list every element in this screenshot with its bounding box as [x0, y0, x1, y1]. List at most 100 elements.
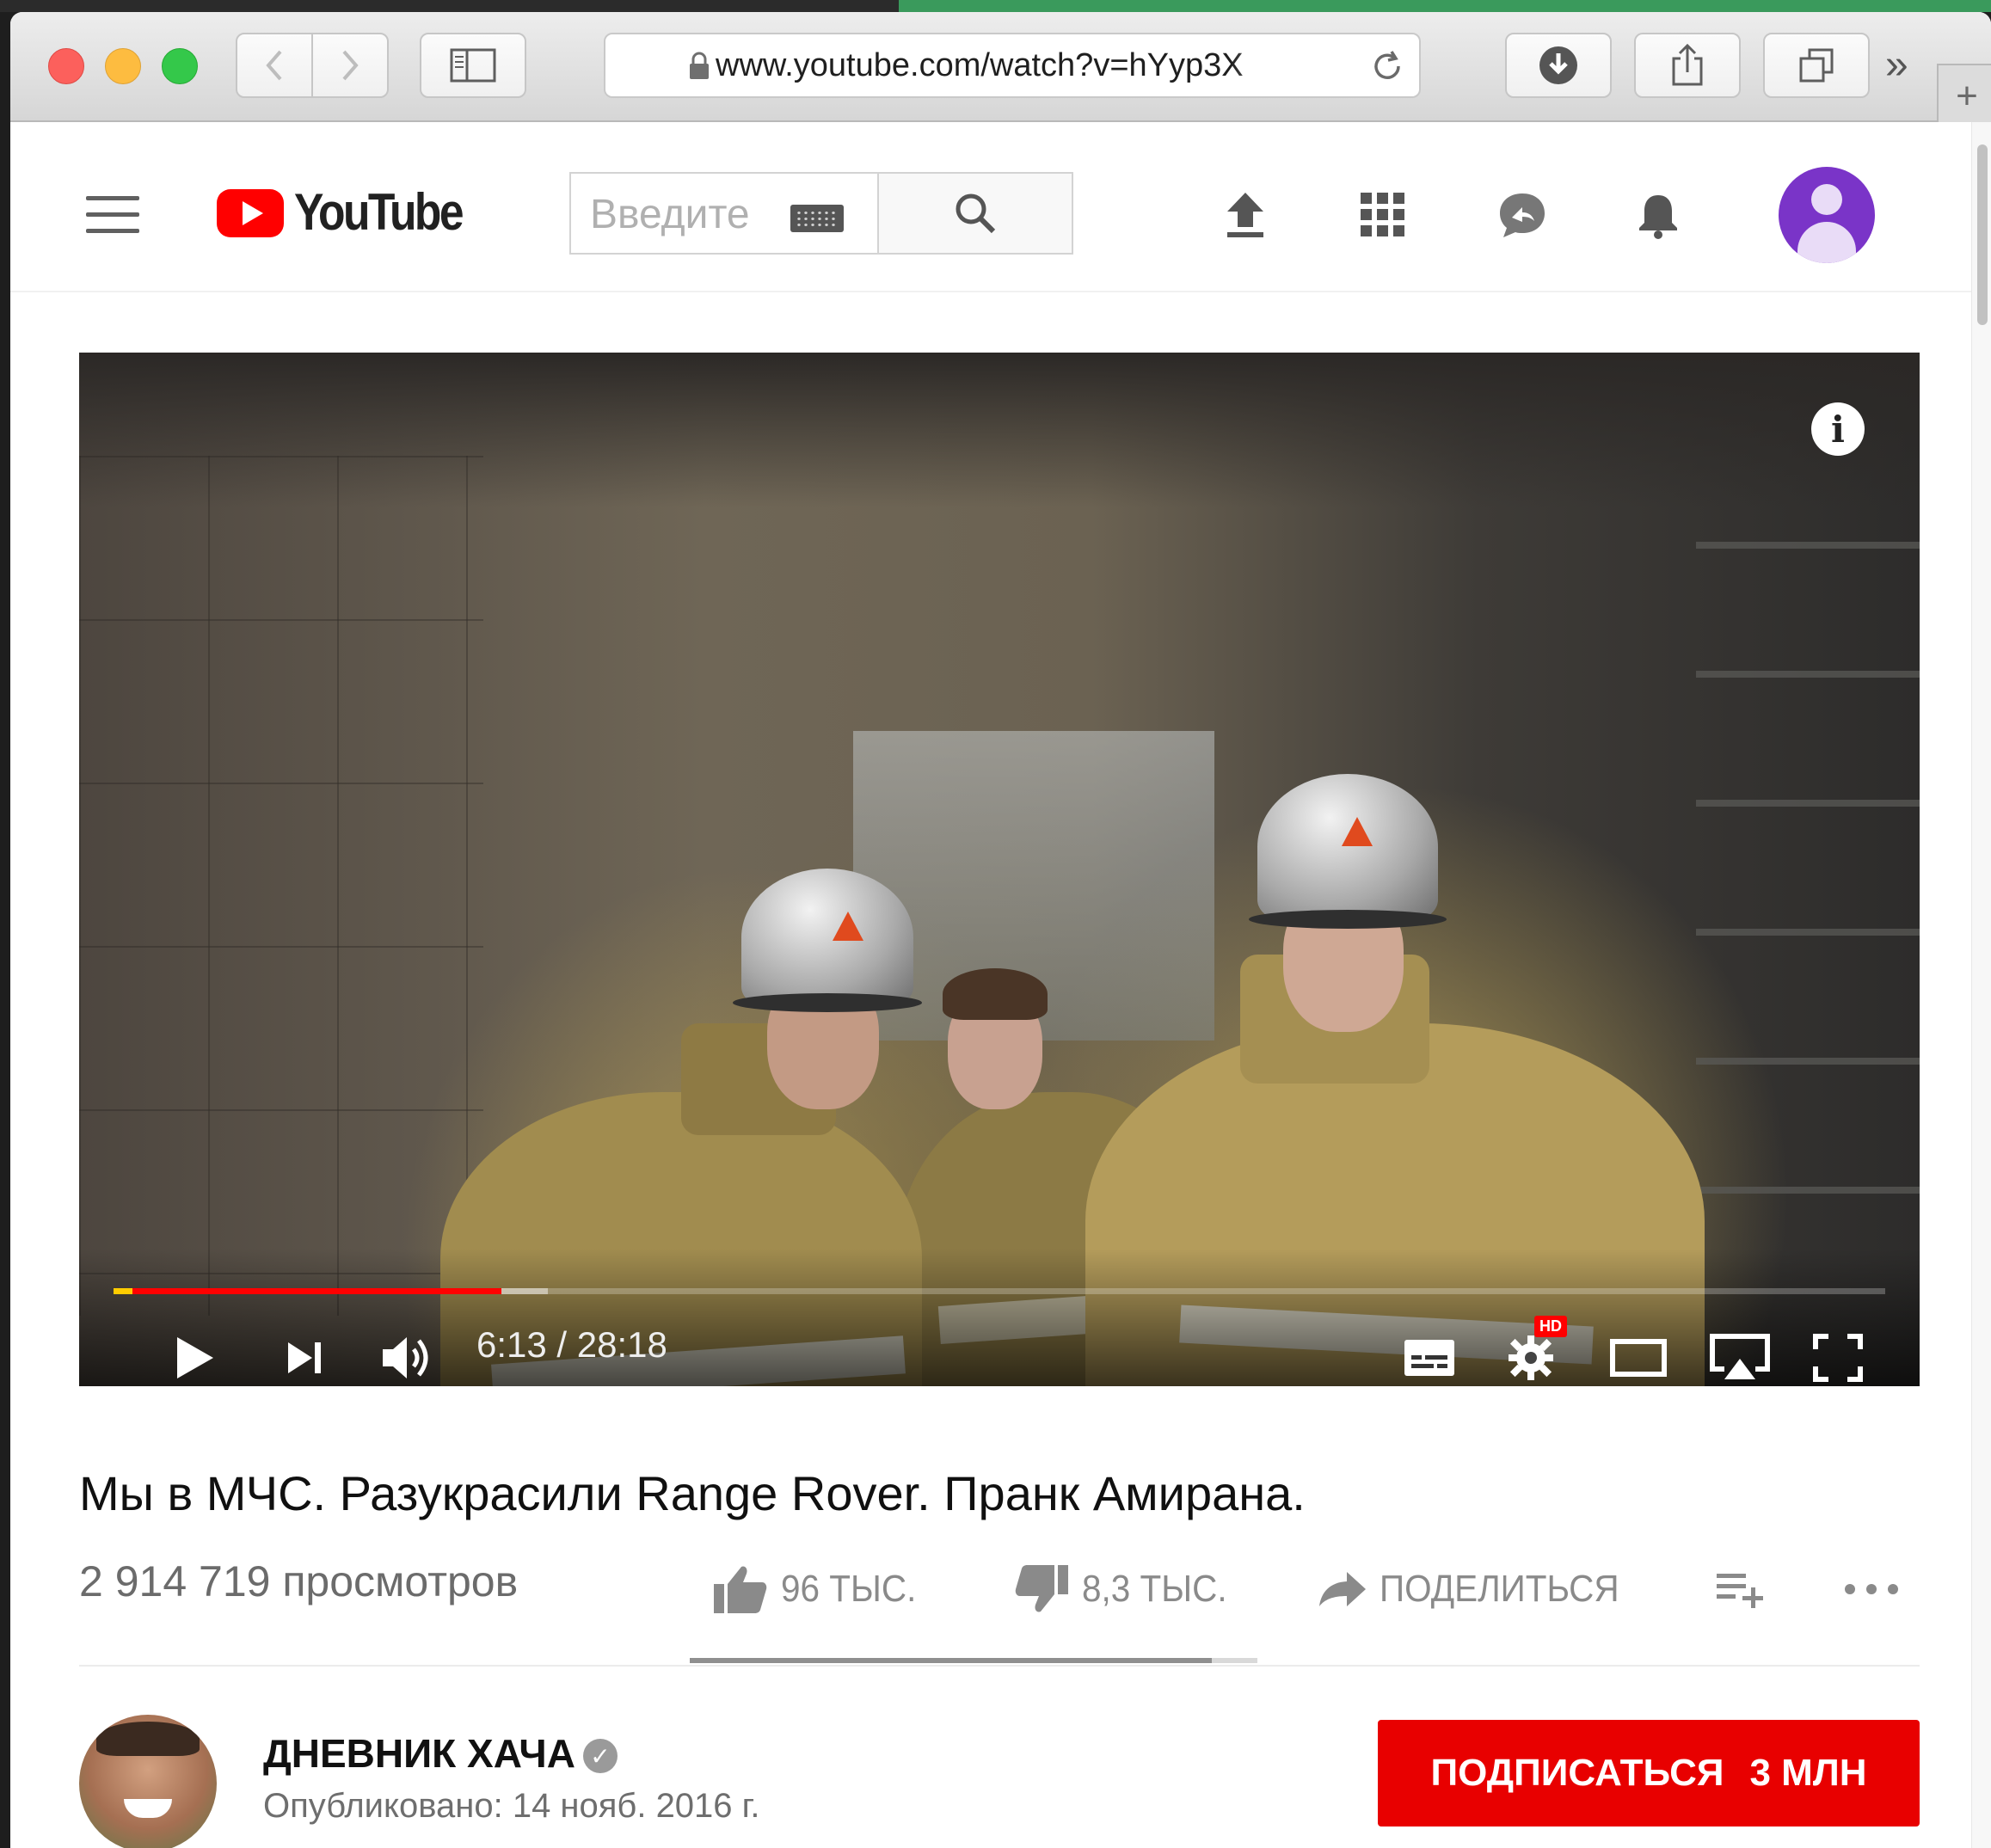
- lock-icon: [690, 52, 709, 79]
- theater-icon: [1610, 1339, 1667, 1377]
- ad-marker: [114, 1288, 132, 1294]
- back-button[interactable]: [236, 33, 313, 98]
- share-video-button[interactable]: ПОДЕЛИТЬСЯ: [1318, 1563, 1640, 1615]
- airplay-button[interactable]: [1701, 1319, 1779, 1386]
- search-button[interactable]: [877, 172, 1073, 255]
- account-avatar[interactable]: [1779, 167, 1875, 263]
- channel-avatar[interactable]: [79, 1715, 217, 1848]
- more-actions-button[interactable]: [1844, 1563, 1899, 1615]
- keyboard-icon[interactable]: [790, 205, 844, 232]
- helmet-brim-left: [733, 993, 922, 1012]
- more-horizontal-icon: [1845, 1584, 1898, 1594]
- youtube-header: YouTube Введите: [10, 122, 1971, 292]
- helmet-brim-right: [1249, 910, 1447, 929]
- thumbs-down-icon: [1015, 1565, 1068, 1612]
- time-display: 6:13 / 28:18: [476, 1324, 667, 1365]
- close-window-button[interactable]: [48, 48, 84, 84]
- dislike-count: 8,3 ТЫС.: [1082, 1568, 1227, 1610]
- play-button[interactable]: [157, 1319, 234, 1386]
- subtitles-button[interactable]: [1395, 1319, 1464, 1386]
- address-bar[interactable]: www.youtube.com/watch?v=hYyp3X: [604, 33, 1421, 98]
- chevron-right-icon: [342, 50, 359, 81]
- playlist-add-icon: [1717, 1574, 1763, 1608]
- progress-bar[interactable]: [114, 1288, 1885, 1294]
- sentiment-likes-fill: [690, 1658, 1213, 1663]
- fullscreen-button[interactable]: [1799, 1319, 1877, 1386]
- like-button[interactable]: 96 ТЫС.: [712, 1563, 928, 1615]
- avatar-head-shape: [1811, 184, 1842, 215]
- subscriber-count: 3 МЛН: [1749, 1752, 1867, 1794]
- sidebar-icon: [450, 48, 496, 83]
- video-title: Мы в МЧС. Разукрасили Range Rover. Пранк…: [79, 1466, 1306, 1520]
- browser-window: www.youtube.com/watch?v=hYyp3X » + YouTu…: [10, 12, 1991, 1848]
- video-frame-shelves: [1696, 542, 1920, 1316]
- notifications-icon: [1639, 195, 1677, 239]
- sidebar-button[interactable]: [420, 33, 526, 98]
- forward-button[interactable]: [311, 33, 389, 98]
- thumbs-up-icon: [714, 1566, 767, 1613]
- next-button[interactable]: [270, 1319, 339, 1386]
- channel-name[interactable]: ДНЕВНИК ХАЧА: [263, 1730, 575, 1777]
- dislike-button[interactable]: 8,3 ТЫС.: [1013, 1563, 1239, 1615]
- menu-icon[interactable]: [86, 196, 139, 245]
- verified-check-icon: ✓: [583, 1739, 618, 1773]
- info-button[interactable]: i: [1811, 402, 1865, 456]
- search-placeholder: Введите: [590, 192, 750, 237]
- subtitles-icon: [1404, 1340, 1454, 1376]
- share-icon: [1672, 43, 1703, 86]
- page-scroll-thumb[interactable]: [1977, 144, 1988, 325]
- played-bar: [114, 1288, 502, 1294]
- volume-icon: [383, 1337, 428, 1378]
- search-input[interactable]: Введите: [569, 172, 879, 255]
- chevron-left-icon: [266, 50, 282, 81]
- new-tab-button[interactable]: +: [1937, 64, 1991, 129]
- tabs-icon: [1799, 48, 1834, 83]
- sentiment-bar: [690, 1658, 1257, 1663]
- helmet-left: [741, 869, 913, 1006]
- messages-button[interactable]: [1490, 182, 1555, 248]
- navigation-buttons: [236, 33, 390, 98]
- plus-icon: +: [1956, 75, 1978, 117]
- desktop-strip: [0, 0, 899, 12]
- apps-icon: [1361, 193, 1404, 236]
- like-count: 96 ТЫС.: [781, 1568, 917, 1610]
- airplay-icon: [1710, 1334, 1770, 1379]
- divider: [79, 1665, 1920, 1667]
- page-scrollbar[interactable]: [1971, 122, 1991, 1848]
- youtube-logo-text[interactable]: YouTube: [294, 182, 464, 242]
- share-button[interactable]: [1634, 33, 1741, 98]
- desktop-strip-green: [899, 0, 1991, 12]
- downloads-button[interactable]: [1505, 33, 1612, 98]
- hd-badge: HD: [1534, 1316, 1567, 1337]
- zoom-window-button[interactable]: [162, 48, 198, 84]
- tabs-overview-button[interactable]: [1763, 33, 1870, 98]
- share-arrow-icon: [1319, 1572, 1366, 1606]
- helmet-emblem-right: [1342, 817, 1373, 846]
- upload-icon: [1227, 193, 1263, 237]
- youtube-logo-icon[interactable]: [217, 189, 284, 237]
- view-count: 2 914 719 просмотров: [79, 1557, 519, 1605]
- subscribe-button[interactable]: ПОДПИСАТЬСЯ 3 МЛН: [1378, 1720, 1920, 1827]
- browser-toolbar: www.youtube.com/watch?v=hYyp3X »: [10, 12, 1991, 122]
- hair-middle: [943, 968, 1048, 1020]
- url-text[interactable]: www.youtube.com/watch?v=hYyp3X: [716, 47, 1300, 84]
- reload-icon[interactable]: [1369, 48, 1405, 84]
- avatar-body-shape: [1797, 222, 1856, 263]
- more-toolbar-button[interactable]: »: [1885, 41, 1908, 89]
- next-icon: [288, 1342, 321, 1373]
- apps-button[interactable]: [1350, 182, 1416, 248]
- add-to-playlist-button[interactable]: [1715, 1563, 1767, 1615]
- upload-button[interactable]: [1213, 182, 1278, 248]
- minimize-window-button[interactable]: [105, 48, 141, 84]
- volume-button[interactable]: [368, 1319, 446, 1386]
- channel-avatar-hair: [96, 1722, 200, 1756]
- helmet-emblem-left: [833, 912, 863, 941]
- video-player[interactable]: i 6:13 / 28:18 HD: [79, 353, 1920, 1386]
- theater-mode-button[interactable]: [1600, 1319, 1677, 1386]
- play-icon: [177, 1337, 213, 1378]
- video-frame-wall: [79, 456, 483, 1316]
- search-icon: [956, 193, 996, 234]
- gear-icon: [1509, 1335, 1553, 1380]
- download-icon: [1539, 46, 1577, 84]
- notifications-button[interactable]: [1625, 182, 1691, 248]
